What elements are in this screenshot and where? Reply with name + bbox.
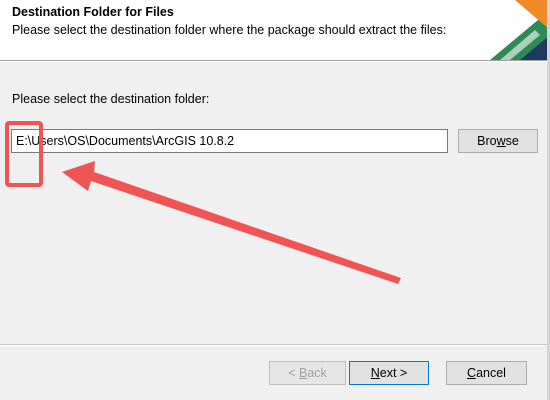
- back-label-pre: <: [288, 366, 299, 380]
- browse-button[interactable]: Browse: [458, 129, 538, 153]
- destination-folder-input[interactable]: [11, 129, 448, 153]
- page-title: Destination Folder for Files: [12, 5, 174, 19]
- browse-label-key: w: [496, 134, 506, 148]
- cancel-button[interactable]: Cancel: [446, 361, 527, 385]
- footer-divider: [0, 344, 550, 346]
- header-panel: Destination Folder for Files Please sele…: [0, 0, 550, 60]
- next-label-key: N: [370, 366, 380, 380]
- browse-label-post: se: [505, 134, 519, 148]
- next-button[interactable]: Next >: [349, 361, 429, 385]
- annotation-arrow-icon: [62, 161, 401, 284]
- browse-label-pre: Bro: [477, 134, 497, 148]
- back-label-post: ack: [307, 366, 327, 380]
- back-button[interactable]: < Back: [269, 361, 346, 385]
- cancel-label-key: C: [467, 366, 477, 380]
- folder-prompt-label: Please select the destination folder:: [12, 92, 210, 106]
- header-divider: [0, 60, 550, 62]
- cancel-label-post: ancel: [476, 366, 506, 380]
- brand-logo-icon: [490, 0, 550, 60]
- page-description: Please select the destination folder whe…: [12, 23, 447, 37]
- next-label-post: ext >: [379, 366, 408, 380]
